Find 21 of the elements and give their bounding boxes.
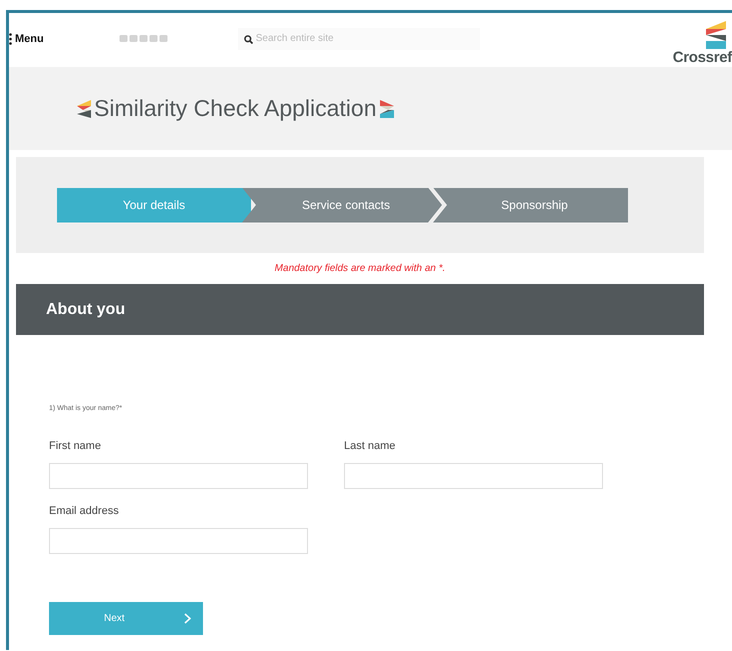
mandatory-notice: Mandatory fields are marked with an *. bbox=[274, 263, 446, 276]
search-field[interactable]: Search entire site bbox=[238, 28, 480, 50]
logo-text: Crossref bbox=[672, 48, 732, 66]
input-field[interactable] bbox=[49, 463, 308, 489]
field-label: Last name bbox=[344, 440, 396, 452]
step-tab[interactable]: Sponsorship bbox=[433, 188, 628, 222]
step-tab[interactable]: Service contacts bbox=[242, 188, 442, 222]
flag-icon bbox=[77, 100, 91, 118]
next-button[interactable]: Next bbox=[49, 602, 203, 635]
step-tab[interactable]: Your details bbox=[57, 188, 251, 222]
logo-icon bbox=[706, 20, 726, 48]
input-field[interactable] bbox=[49, 528, 308, 554]
chevron-icon bbox=[184, 613, 191, 624]
menu-icon bbox=[9, 32, 12, 44]
field-label: First name bbox=[49, 440, 102, 452]
menu-button[interactable]: Menu bbox=[9, 32, 44, 44]
section-title: About you bbox=[46, 300, 126, 318]
flag-icon bbox=[380, 100, 394, 118]
input-field[interactable] bbox=[344, 463, 603, 489]
field-label: Email address bbox=[49, 505, 120, 517]
page-title: Similarity Check Application bbox=[94, 95, 377, 122]
